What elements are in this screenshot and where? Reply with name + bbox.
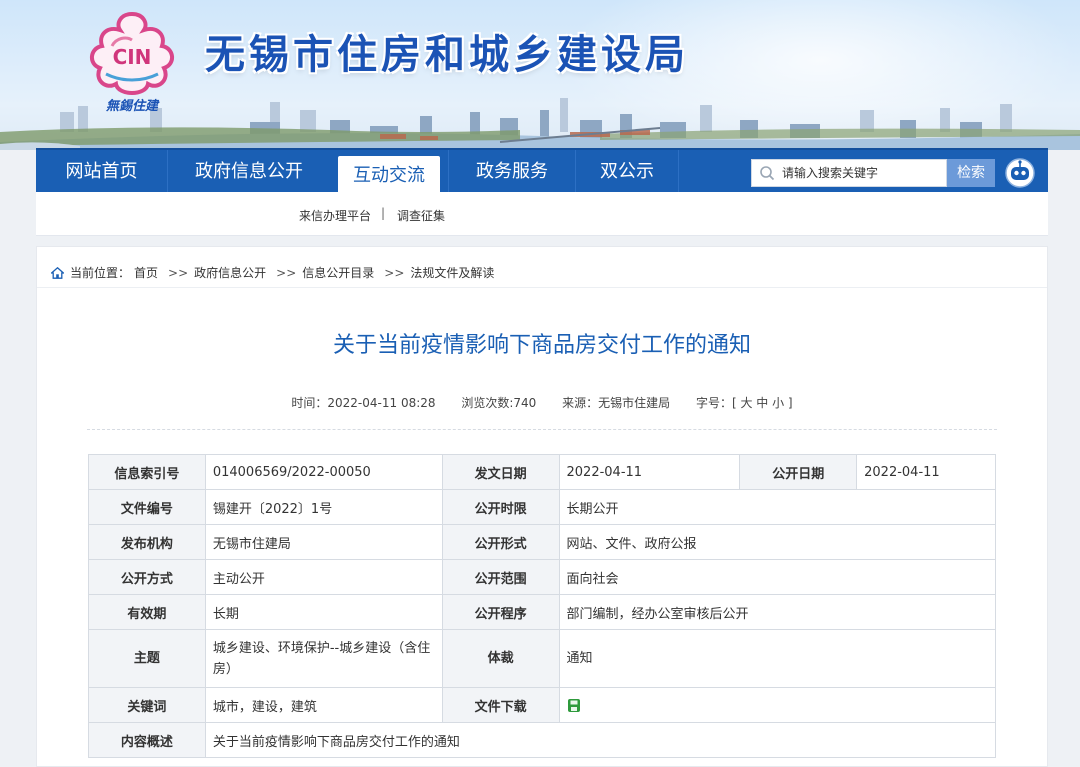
validity-label: 有效期 bbox=[88, 594, 206, 630]
download-cell bbox=[558, 687, 996, 723]
article-meta: 时间：2022-04-11 08:28 浏览次数:740 来源：无锡市住建局 字… bbox=[37, 394, 1047, 411]
site-logo: CIN 無錫住建 bbox=[90, 11, 174, 114]
org-value: 无锡市住建局 bbox=[204, 524, 443, 560]
keywords-label: 关键词 bbox=[88, 687, 206, 723]
logo-text: CIN bbox=[113, 45, 152, 69]
scope-label: 公开范围 bbox=[441, 559, 560, 595]
org-label: 发布机构 bbox=[88, 524, 206, 560]
genre-value: 通知 bbox=[558, 629, 996, 688]
nav-double-publicity[interactable]: 双公示 bbox=[576, 150, 678, 194]
validity-value: 长期 bbox=[204, 594, 443, 630]
article-title: 关于当前疫情影响下商品房交付工作的通知 bbox=[332, 333, 751, 358]
table-row: 内容概述 关于当前疫情影响下商品房交付工作的通知 bbox=[88, 722, 997, 758]
nav-gov-info[interactable]: 政府信息公开 bbox=[168, 150, 330, 194]
content-panel: 当前位置： 首页 >> 政府信息公开 >> 信息公开目录 >> 法规文件及解读 … bbox=[36, 246, 1048, 767]
topic-value: 城乡建设、环境保护--城乡建设（含住房） bbox=[204, 629, 443, 688]
table-row: 发布机构 无锡市住建局 公开形式 网站、文件、政府公报 bbox=[88, 524, 996, 560]
doc-no-label: 文件编号 bbox=[88, 489, 206, 525]
search-icon bbox=[760, 166, 775, 181]
breadcrumb: 当前位置： 首页 >> 政府信息公开 >> 信息公开目录 >> 法规文件及解读 bbox=[51, 264, 498, 281]
home-icon bbox=[51, 266, 64, 279]
breadcrumb-divider bbox=[37, 287, 1047, 288]
breadcrumb-gov-info[interactable]: 政府信息公开 bbox=[194, 264, 266, 281]
table-row: 信息索引号 014006569/2022-00050 发文日期 2022-04-… bbox=[88, 454, 996, 490]
index-label: 信息索引号 bbox=[88, 454, 206, 490]
scope-value: 面向社会 bbox=[558, 559, 996, 595]
form-label: 公开形式 bbox=[441, 524, 560, 560]
subnav-separator: | bbox=[381, 206, 386, 220]
sub-nav: 来信办理平台 | 调查征集 bbox=[36, 192, 1048, 236]
breadcrumb-separator: >> bbox=[384, 265, 405, 280]
article-time: 时间：2022-04-11 08:28 bbox=[291, 396, 436, 410]
limit-label: 公开时限 bbox=[441, 489, 560, 525]
subnav-letter-platform[interactable]: 来信办理平台 bbox=[299, 207, 371, 224]
issue-date-value: 2022-04-11 bbox=[558, 454, 741, 490]
procedure-value: 部门编制，经办公室审核后公开 bbox=[558, 594, 996, 630]
site-banner: CIN 無錫住建 无锡市住房和城乡建设局 bbox=[0, 0, 1080, 150]
table-row: 关键词 城市，建设，建筑 文件下载 bbox=[88, 687, 996, 723]
summary-label: 内容概述 bbox=[88, 722, 206, 758]
article-source: 来源：无锡市住建局 bbox=[562, 396, 671, 410]
nav-gov-service[interactable]: 政务服务 bbox=[449, 150, 575, 194]
main-nav: 网站首页 政府信息公开 互动交流 政务服务 双公示 检索 bbox=[36, 148, 1048, 194]
font-size-selector[interactable]: 字号：[ 大 中 小 ] bbox=[696, 396, 793, 410]
genre-label: 体裁 bbox=[441, 629, 560, 688]
table-row: 公开方式 主动公开 公开范围 面向社会 bbox=[88, 559, 996, 595]
download-label: 文件下载 bbox=[441, 687, 560, 723]
logo-subtitle: 無錫住建 bbox=[105, 98, 160, 114]
breadcrumb-separator: >> bbox=[276, 265, 297, 280]
form-value: 网站、文件、政府公报 bbox=[558, 524, 996, 560]
table-row: 有效期 长期 公开程序 部门编制，经办公室审核后公开 bbox=[88, 594, 996, 630]
method-label: 公开方式 bbox=[88, 559, 206, 595]
doc-no-value: 锡建开〔2022〕1号 bbox=[204, 489, 443, 525]
nav-interaction[interactable]: 互动交流 bbox=[338, 156, 440, 194]
keywords-value: 城市，建设，建筑 bbox=[204, 687, 443, 723]
index-value: 014006569/2022-00050 bbox=[204, 454, 443, 490]
topic-label: 主题 bbox=[88, 629, 206, 688]
meta-divider bbox=[87, 429, 997, 430]
search-box bbox=[751, 159, 947, 187]
subnav-survey[interactable]: 调查征集 bbox=[397, 207, 445, 224]
procedure-label: 公开程序 bbox=[441, 594, 560, 630]
nav-home[interactable]: 网站首页 bbox=[36, 150, 167, 194]
breadcrumb-prefix: 当前位置： bbox=[70, 266, 131, 280]
public-date-label: 公开日期 bbox=[739, 454, 858, 490]
issue-date-label: 发文日期 bbox=[441, 454, 560, 490]
robot-assistant-icon[interactable] bbox=[1004, 158, 1036, 188]
article-views: 浏览次数:740 bbox=[461, 396, 537, 410]
site-title: 无锡市住房和城乡建设局 bbox=[205, 31, 689, 78]
search-button[interactable]: 检索 bbox=[947, 159, 995, 187]
limit-value: 长期公开 bbox=[558, 489, 996, 525]
breadcrumb-regulations[interactable]: 法规文件及解读 bbox=[410, 264, 494, 281]
breadcrumb-catalog[interactable]: 信息公开目录 bbox=[302, 264, 374, 281]
summary-value: 关于当前疫情影响下商品房交付工作的通知 bbox=[204, 722, 997, 758]
breadcrumb-separator: >> bbox=[168, 265, 189, 280]
nav-divider bbox=[678, 150, 679, 194]
public-date-value: 2022-04-11 bbox=[856, 454, 996, 490]
breadcrumb-home[interactable]: 首页 bbox=[134, 264, 158, 281]
table-row: 主题 城乡建设、环境保护--城乡建设（含住房） 体裁 通知 bbox=[88, 629, 996, 688]
download-file-icon[interactable] bbox=[567, 698, 581, 713]
info-table: 信息索引号 014006569/2022-00050 发文日期 2022-04-… bbox=[88, 454, 997, 758]
table-row: 文件编号 锡建开〔2022〕1号 公开时限 长期公开 bbox=[88, 489, 996, 525]
search-input[interactable] bbox=[782, 163, 942, 183]
method-value: 主动公开 bbox=[204, 559, 443, 595]
